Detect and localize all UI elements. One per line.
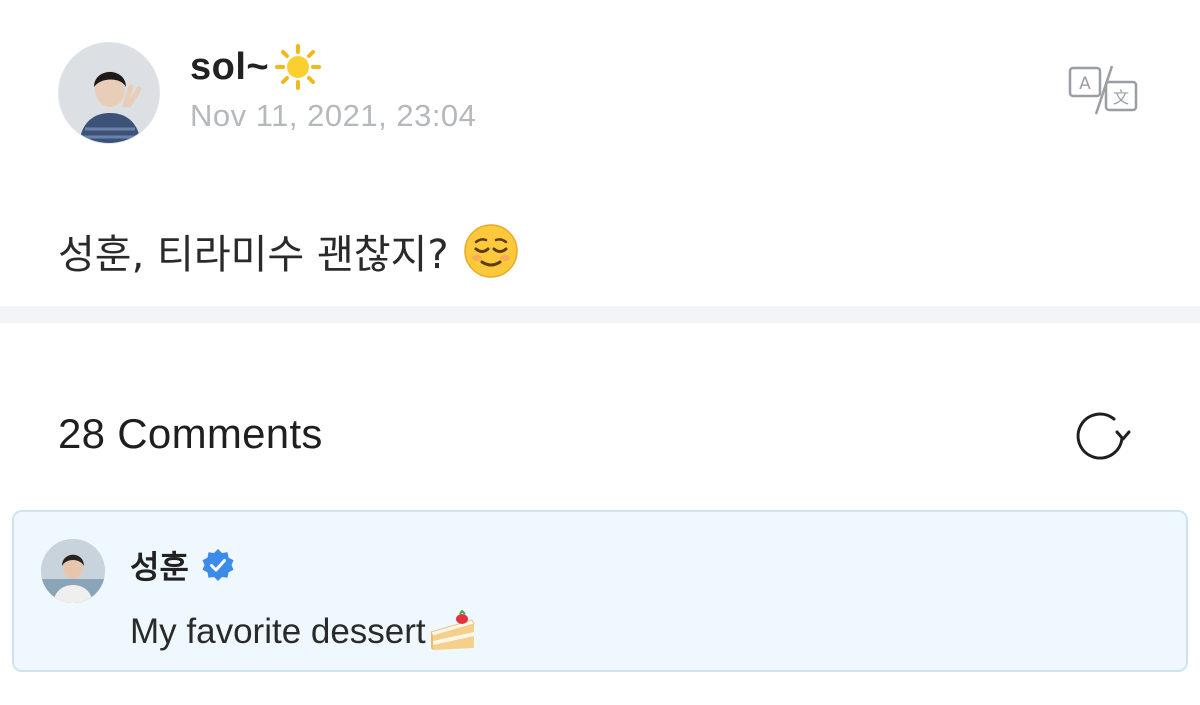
refresh-button[interactable]	[1073, 408, 1133, 464]
post-text: 성훈, 티라미수 괜찮지?	[58, 232, 449, 278]
svg-text:A: A	[1079, 74, 1091, 94]
post-date: Nov 11, 2021, 23:04	[190, 98, 477, 133]
commenter-avatar[interactable]	[41, 539, 105, 603]
comments-count-title: 28 Comments	[58, 410, 323, 457]
commenter-avatar-image	[41, 539, 105, 603]
author-name-text: sol~	[190, 45, 270, 88]
verified-badge-icon	[201, 548, 235, 582]
sun-icon	[275, 44, 322, 90]
translate-button[interactable]: A 文	[1068, 64, 1140, 116]
comment-text: My favorite dessert	[130, 609, 478, 654]
author-avatar[interactable]	[58, 42, 160, 144]
post-body: 성훈, 티라미수 괜찮지?	[58, 222, 519, 280]
svg-text:文: 文	[1113, 88, 1129, 107]
author-avatar-image	[59, 43, 159, 143]
relieved-face-icon	[463, 223, 519, 279]
comment-item[interactable]: 성훈 My favorite dessert	[12, 510, 1188, 672]
comment-author-name: 성훈	[130, 548, 189, 586]
comment-author[interactable]: 성훈	[130, 542, 235, 588]
section-divider	[0, 306, 1200, 323]
shortcake-icon	[428, 609, 478, 654]
comment-text-content: My favorite dessert	[130, 612, 426, 651]
refresh-icon	[1076, 412, 1131, 460]
author-name[interactable]: sol~	[190, 44, 322, 90]
translate-icon: A 文	[1068, 65, 1138, 115]
post-header: sol~ Nov 11, 2021, 23:04 A 文	[58, 42, 1158, 144]
